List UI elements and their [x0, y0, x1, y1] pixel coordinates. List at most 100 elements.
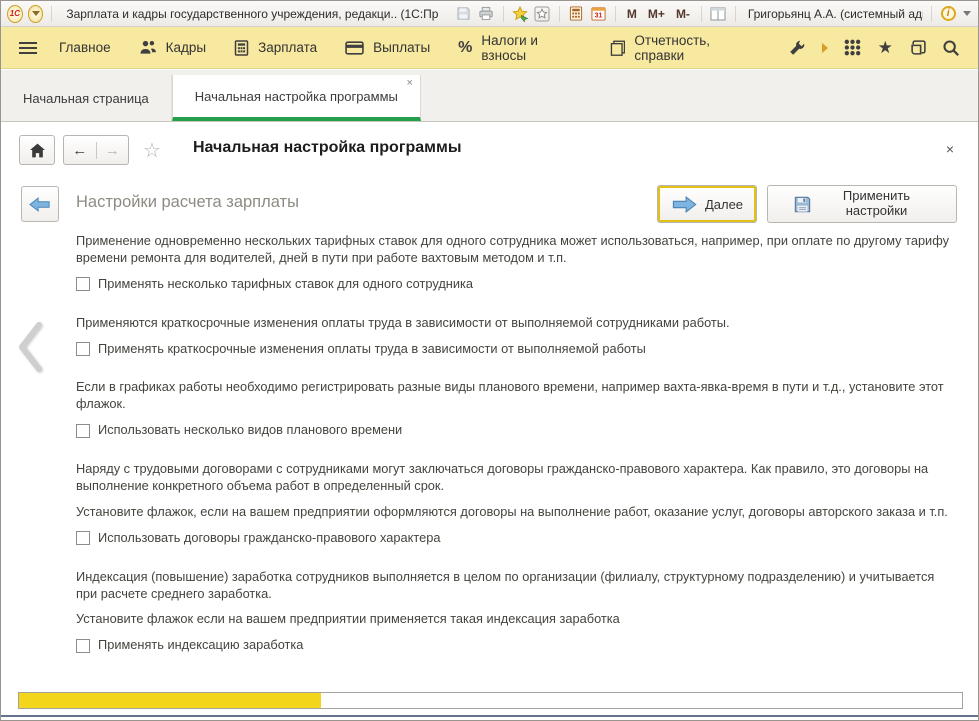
- section-title: Настройки расчета зарплаты: [76, 193, 299, 212]
- form-title: Начальная настройка программы: [193, 139, 462, 157]
- tab-initial-setup[interactable]: Начальная настройка программы ×: [172, 75, 421, 121]
- save-icon: [793, 195, 812, 214]
- description-paragraph: Если в графиках работы необходимо регист…: [76, 379, 958, 413]
- tab-label: Начальная настройка программы: [195, 89, 398, 104]
- menu-item-kadry[interactable]: Кадры: [129, 34, 216, 61]
- description-paragraph: Установите флажок если на вашем предприя…: [76, 611, 958, 628]
- history-icon[interactable]: [906, 36, 931, 60]
- divider: [615, 6, 616, 22]
- apply-settings-button[interactable]: Применить настройки: [767, 185, 957, 223]
- checkbox-salary-indexation[interactable]: Применять индексацию заработка: [76, 637, 958, 654]
- previous-step-button[interactable]: [21, 186, 59, 222]
- progress-fill: [19, 693, 321, 708]
- percent-icon: %: [458, 39, 472, 57]
- save-icon[interactable]: [455, 5, 472, 23]
- memory-minus-button[interactable]: M-: [673, 7, 693, 21]
- checkbox-box[interactable]: [76, 277, 90, 291]
- arrow-right-icon: [671, 196, 697, 213]
- memory-recall-button[interactable]: M: [624, 7, 640, 21]
- search-icon[interactable]: [939, 36, 964, 60]
- next-button[interactable]: Далее: [657, 185, 757, 223]
- settings-content: Применение одновременно нескольких тариф…: [76, 233, 958, 676]
- window-bottom-border: [1, 715, 978, 717]
- calendar-icon[interactable]: 31: [590, 5, 607, 23]
- calculator-icon: [234, 40, 249, 56]
- service-wrench-icon[interactable]: [785, 36, 810, 60]
- current-user[interactable]: Григорьянц А.А. (системный адм...: [744, 7, 923, 21]
- 1c-logo-icon[interactable]: 1С: [7, 5, 23, 23]
- tab-label: Начальная страница: [23, 91, 149, 106]
- checkbox-box[interactable]: [76, 342, 90, 356]
- divider: [503, 6, 504, 22]
- setup-progress-bar: [18, 692, 963, 709]
- checkbox-box[interactable]: [76, 531, 90, 545]
- menu-item-main[interactable]: Главное: [49, 34, 121, 61]
- back-button[interactable]: ←: [64, 142, 97, 159]
- checkbox-label: Применять краткосрочные изменения оплаты…: [98, 341, 646, 358]
- next-button-label: Далее: [705, 197, 743, 212]
- description-paragraph: Установите флажок, если на вашем предпри…: [76, 504, 958, 521]
- window-title: Зарплата и кадры государственного учрежд…: [66, 7, 439, 21]
- memory-plus-button[interactable]: M+: [645, 7, 668, 21]
- apply-button-label: Применить настройки: [822, 189, 932, 219]
- favorites-star-icon[interactable]: ★: [873, 36, 898, 60]
- forward-button[interactable]: →: [97, 142, 129, 159]
- divider: [701, 6, 702, 22]
- history-nav-group: ← →: [63, 135, 129, 165]
- description-paragraph: Применение одновременно нескольких тариф…: [76, 233, 958, 267]
- divider: [931, 6, 932, 22]
- checkbox-box[interactable]: [76, 424, 90, 438]
- open-windows-tab-bar: Начальная страница Начальная настройка п…: [1, 70, 978, 122]
- menu-label: Налоги и взносы: [481, 33, 582, 63]
- card-icon: [345, 41, 364, 55]
- favorite-toggle-icon[interactable]: ☆: [143, 138, 161, 163]
- hamburger-menu-icon[interactable]: [15, 36, 41, 60]
- menu-item-zarplata[interactable]: Зарплата: [224, 34, 327, 62]
- split-window-icon[interactable]: [710, 5, 727, 23]
- menu-label: Отчетность, справки: [634, 33, 758, 63]
- description-paragraph: Применяются краткосрочные изменения опла…: [76, 315, 958, 332]
- menu-label: Выплаты: [373, 40, 430, 55]
- tab-close-icon[interactable]: ×: [406, 78, 412, 89]
- checkbox-label: Использовать несколько видов планового в…: [98, 422, 402, 439]
- menu-label: Зарплата: [258, 40, 317, 55]
- main-menu-dropdown-icon[interactable]: [28, 5, 44, 23]
- checkbox-label: Использовать договоры гражданско-правово…: [98, 530, 440, 547]
- add-favorite-icon[interactable]: [512, 5, 529, 23]
- tab-home-page[interactable]: Начальная страница: [1, 75, 172, 121]
- menu-label: Главное: [59, 40, 111, 55]
- svg-text:31: 31: [595, 13, 603, 20]
- home-button[interactable]: [19, 135, 55, 165]
- titlebar-more-icon[interactable]: [962, 5, 972, 23]
- checkbox-box[interactable]: [76, 639, 90, 653]
- menu-label: Кадры: [166, 40, 206, 55]
- people-icon: [139, 40, 157, 55]
- section-menu-bar: Главное Кадры Зарплата Выплаты % Налоги …: [1, 27, 978, 69]
- reports-icon: [610, 40, 625, 56]
- description-paragraph: Наряду с трудовыми договорами с сотрудни…: [76, 461, 958, 495]
- checkbox-label: Применять индексацию заработка: [98, 637, 303, 654]
- initial-setup-form: ← → ☆ Начальная настройка программы × На…: [1, 123, 978, 720]
- favorites-list-icon[interactable]: [534, 5, 551, 23]
- toolbar-expand-icon[interactable]: [818, 36, 832, 60]
- menu-item-otchetnost[interactable]: Отчетность, справки: [600, 27, 769, 69]
- info-icon[interactable]: i: [940, 5, 957, 23]
- title-bar: 1С Зарплата и кадры государственного учр…: [1, 1, 978, 27]
- calculator-icon[interactable]: [568, 5, 585, 23]
- divider: [735, 6, 736, 22]
- divider: [559, 6, 560, 22]
- checkbox-shortterm-pay-changes[interactable]: Применять краткосрочные изменения оплаты…: [76, 341, 958, 358]
- print-icon[interactable]: [478, 5, 495, 23]
- home-icon: [29, 143, 46, 158]
- checkbox-multiple-planned-time[interactable]: Использовать несколько видов планового в…: [76, 422, 958, 439]
- menu-item-vyplaty[interactable]: Выплаты: [335, 34, 440, 61]
- checkbox-civil-contracts[interactable]: Использовать договоры гражданско-правово…: [76, 530, 958, 547]
- menu-item-nalogi[interactable]: % Налоги и взносы: [448, 27, 592, 69]
- description-paragraph: Индексация (повышение) заработка сотрудн…: [76, 569, 958, 603]
- page-back-chevron[interactable]: [17, 321, 43, 373]
- divider: [51, 6, 52, 22]
- arrow-left-icon: [29, 197, 51, 212]
- all-functions-icon[interactable]: [840, 36, 865, 60]
- checkbox-multiple-tariff-rates[interactable]: Применять несколько тарифных ставок для …: [76, 276, 958, 293]
- form-close-icon[interactable]: ×: [946, 141, 954, 157]
